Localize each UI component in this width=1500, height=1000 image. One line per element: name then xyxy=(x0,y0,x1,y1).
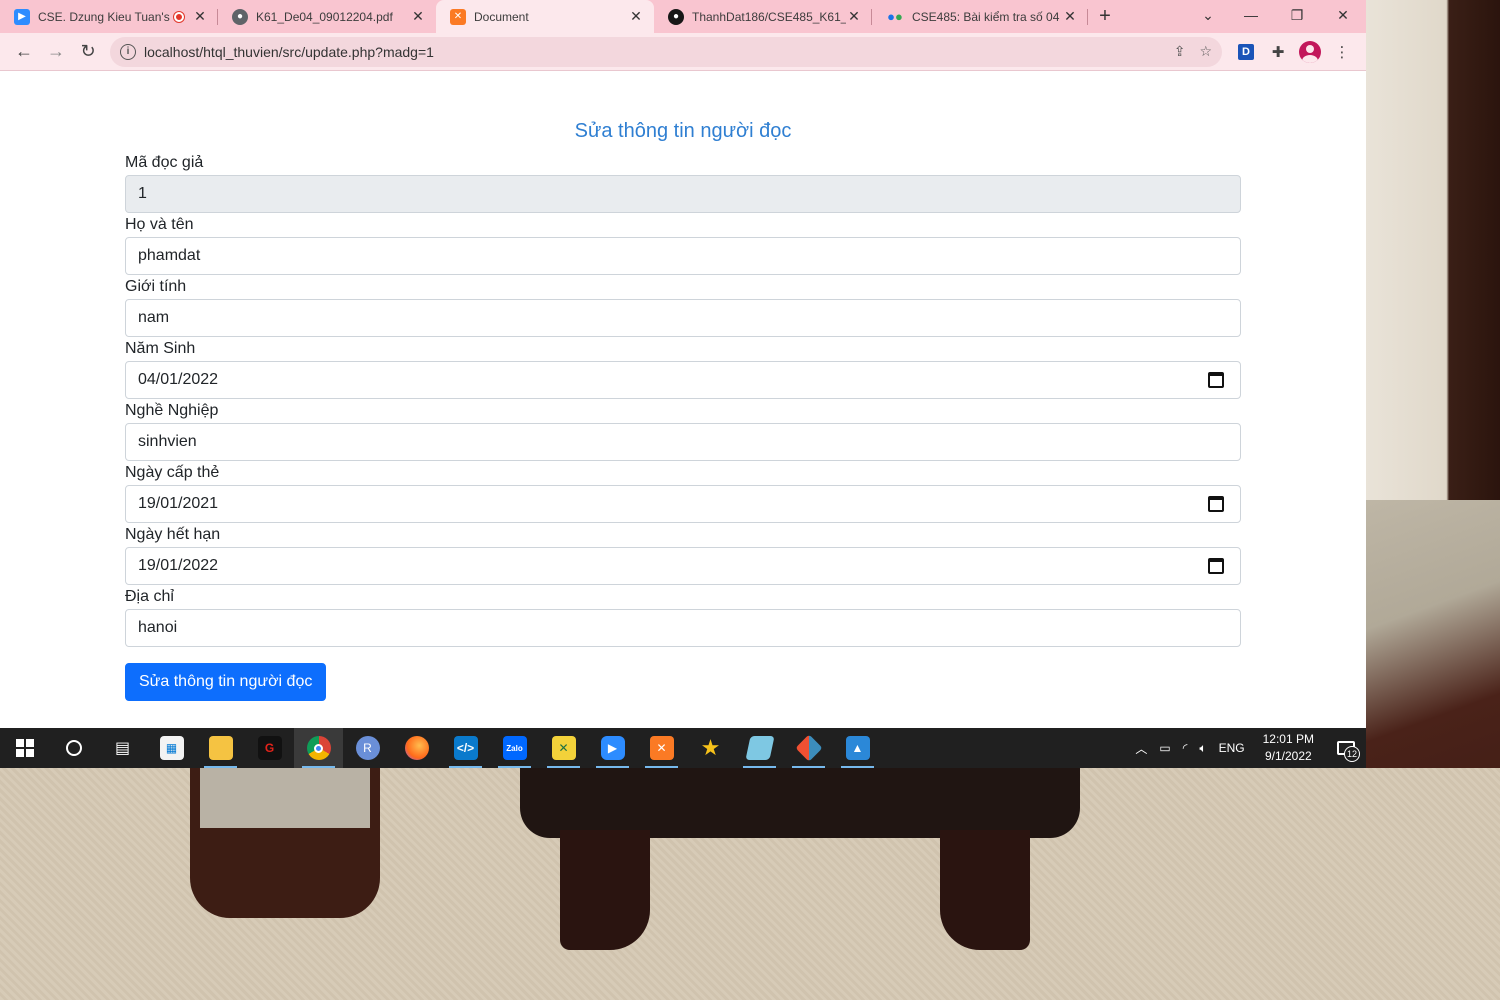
tab-strip: ▶ CSE. Dzung Kieu Tuan's P ✕ ● K61_De04_… xyxy=(0,0,1366,33)
git-icon[interactable] xyxy=(784,728,833,768)
github-icon: ● xyxy=(668,8,684,25)
share-icon[interactable]: ⇪ xyxy=(1174,43,1186,60)
label-dia-chi: Địa chỉ xyxy=(125,588,174,605)
forward-arrow-icon[interactable]: → xyxy=(40,36,72,68)
restore-icon[interactable]: ❐ xyxy=(1274,0,1320,33)
clock-date: 9/1/2022 xyxy=(1264,749,1312,763)
bookmark-star-icon[interactable]: ☆ xyxy=(1199,43,1212,60)
ho-va-ten-input[interactable]: phamdat xyxy=(125,237,1241,275)
tab-assignment[interactable]: ● ● CSE485: Bài kiểm tra số 04 (D ✕ xyxy=(872,0,1088,33)
gioi-tinh-input[interactable]: nam xyxy=(125,299,1241,337)
url-text: localhost/htql_thuvien/src/update.php?ma… xyxy=(144,43,434,60)
site-info-icon[interactable]: i xyxy=(120,43,136,60)
close-window-icon[interactable]: ✕ xyxy=(1320,0,1366,33)
calendar-icon[interactable] xyxy=(1208,558,1224,574)
store-icon[interactable]: ▦ xyxy=(147,728,196,768)
zoom-icon: ▶ xyxy=(14,8,30,25)
ma-doc-gia-input: 1 xyxy=(125,175,1241,213)
clock[interactable]: 12:01 PM 9/1/2022 xyxy=(1251,731,1326,765)
tab-document[interactable]: ✕ Document ✕ xyxy=(436,0,654,33)
notepad-icon[interactable] xyxy=(735,728,784,768)
label-nghe-nghiep: Nghề Nghiệp xyxy=(125,402,219,419)
xampp-icon[interactable]: ✕ xyxy=(637,728,686,768)
notification-count: 12 xyxy=(1344,746,1360,762)
label-ngay-het-han: Ngày hết hạn xyxy=(125,526,221,543)
browser-window: ▶ CSE. Dzung Kieu Tuan's P ✕ ● K61_De04_… xyxy=(0,0,1366,728)
tab-title: K61_De04_09012204.pdf xyxy=(256,9,393,24)
language-indicator[interactable]: ENG xyxy=(1213,741,1251,755)
browser-toolbar: ← → ↻ i localhost/htql_thuvien/src/updat… xyxy=(0,33,1366,71)
search-circle-icon[interactable] xyxy=(49,728,98,768)
close-tab-icon[interactable]: ✕ xyxy=(1062,8,1078,25)
garena-icon[interactable]: G xyxy=(245,728,294,768)
ngay-het-han-date-input[interactable]: 19/01/2022 xyxy=(125,547,1241,585)
start-icon[interactable] xyxy=(0,728,49,768)
close-tab-icon[interactable]: ✕ xyxy=(410,8,426,25)
ngay-cap-the-date-input[interactable]: 19/01/2021 xyxy=(125,485,1241,523)
dia-chi-input[interactable]: hanoi xyxy=(125,609,1241,647)
excel-icon[interactable]: ✕ xyxy=(539,728,588,768)
nghe-nghiep-input[interactable]: sinhvien xyxy=(125,423,1241,461)
extensions-puzzle-icon[interactable]: ✚ xyxy=(1262,36,1294,68)
dots-icon: ● ● xyxy=(887,9,903,24)
firefox-icon[interactable] xyxy=(392,728,441,768)
calendar-icon[interactable] xyxy=(1208,496,1224,512)
zalo-icon[interactable]: Zalo xyxy=(490,728,539,768)
extension-d-icon[interactable]: D xyxy=(1230,36,1262,68)
zoom-icon[interactable]: ▶ xyxy=(588,728,637,768)
form-title: Sửa thông tin người đọc xyxy=(574,120,792,142)
label-ho-va-ten: Họ và tên xyxy=(125,216,194,233)
submit-button[interactable]: Sửa thông tin người đọc xyxy=(125,663,327,701)
back-arrow-icon[interactable]: ← xyxy=(8,36,40,68)
reload-icon[interactable]: ↻ xyxy=(72,36,104,68)
close-tab-icon[interactable]: ✕ xyxy=(628,8,644,25)
vscode-icon[interactable]: </> xyxy=(441,728,490,768)
window-controls: ⌄ — ❐ ✕ xyxy=(1188,0,1366,33)
menu-kebab-icon[interactable]: ⋮ xyxy=(1326,36,1358,68)
photos-icon[interactable]: ▲ xyxy=(833,728,882,768)
recording-icon xyxy=(174,11,184,22)
clock-time: 12:01 PM xyxy=(1262,732,1314,746)
tab-title: CSE485: Bài kiểm tra số 04 (D xyxy=(912,9,1062,24)
tab-zoom[interactable]: ▶ CSE. Dzung Kieu Tuan's P ✕ xyxy=(0,0,218,33)
chevron-up-icon[interactable]: ︿ xyxy=(1129,740,1153,757)
globe-icon: ● xyxy=(232,8,248,25)
r-icon[interactable]: R xyxy=(343,728,392,768)
page-content: Sửa thông tin người đọc Mã đọc giả 1 Họ … xyxy=(0,72,1366,728)
close-tab-icon[interactable]: ✕ xyxy=(192,8,208,25)
address-bar[interactable]: i localhost/htql_thuvien/src/update.php?… xyxy=(110,36,1222,67)
xampp-icon: ✕ xyxy=(450,8,466,25)
tab-title: CSE. Dzung Kieu Tuan's P xyxy=(38,9,174,24)
calendar-icon[interactable] xyxy=(1208,372,1224,388)
star-app-icon[interactable]: ★ xyxy=(686,728,735,768)
wifi-icon[interactable]: ◜ xyxy=(1177,741,1194,755)
label-gioi-tinh: Giới tính xyxy=(125,278,187,295)
tab-title: ThanhDat186/CSE485_K61_K xyxy=(692,9,846,24)
new-tab-button[interactable]: + xyxy=(1088,0,1122,33)
tab-github[interactable]: ● ThanhDat186/CSE485_K61_K ✕ xyxy=(654,0,872,33)
task-view-icon[interactable]: ▤ xyxy=(98,728,147,768)
windows-taskbar: ▤ ▦ G R </> Zalo ✕ ▶ ✕ ★ ▲ ︿ ▭ ◜ 🔈︎ ENG … xyxy=(0,728,1366,768)
battery-icon[interactable]: ▭ xyxy=(1153,741,1176,755)
minimize-icon[interactable]: — xyxy=(1228,0,1274,33)
close-tab-icon[interactable]: ✕ xyxy=(846,8,862,25)
file-explorer-icon[interactable] xyxy=(196,728,245,768)
nam-sinh-date-input[interactable]: 04/01/2022 xyxy=(125,361,1241,399)
volume-icon[interactable]: 🔈︎ xyxy=(1193,741,1212,756)
chrome-icon[interactable] xyxy=(294,728,343,768)
label-nam-sinh: Năm Sinh xyxy=(125,340,196,357)
profile-avatar[interactable] xyxy=(1294,36,1326,68)
system-tray: ︿ ▭ ◜ 🔈︎ ENG 12:01 PM 9/1/2022 12 xyxy=(1129,728,1366,768)
notification-center-icon[interactable]: 12 xyxy=(1326,728,1366,768)
tab-pdf[interactable]: ● K61_De04_09012204.pdf ✕ xyxy=(218,0,436,33)
tab-title: Document xyxy=(474,9,529,24)
tab-search-icon[interactable]: ⌄ xyxy=(1188,0,1228,33)
label-ma-doc-gia: Mã đọc giả xyxy=(125,154,204,171)
label-ngay-cap-the: Ngày cấp thẻ xyxy=(125,464,220,481)
